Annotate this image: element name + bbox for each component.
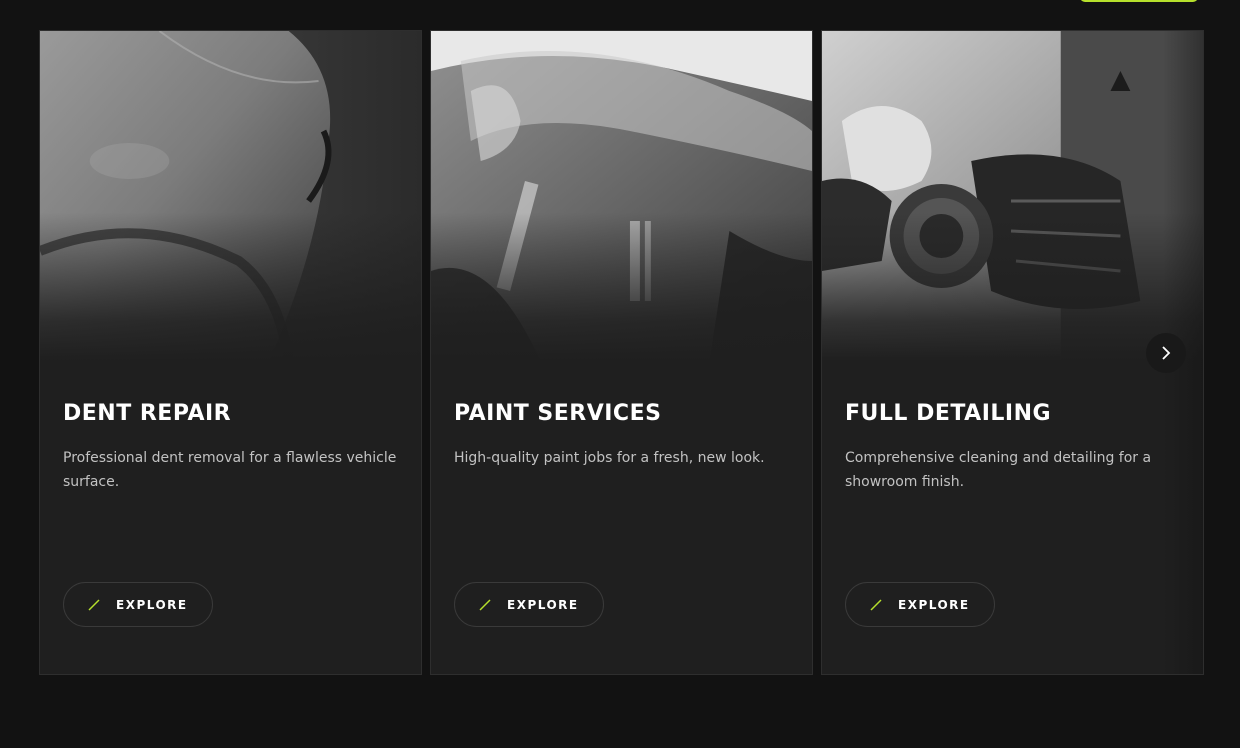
carousel-next-button[interactable] [1146, 333, 1186, 373]
card-title: FULL DETAILING [845, 401, 1052, 426]
card-description: Professional dent removal for a flawless… [63, 450, 397, 490]
service-card-dent-repair[interactable]: DENT REPAIR Professional dent removal fo… [39, 30, 422, 675]
explore-button[interactable]: EXPLORE [454, 582, 604, 627]
explore-button-label: EXPLORE [898, 597, 970, 612]
card-title: DENT REPAIR [63, 401, 232, 426]
top-accent-button[interactable] [1080, 0, 1198, 2]
card-image-fade [431, 31, 812, 361]
slash-icon [870, 598, 882, 611]
card-description: High-quality paint jobs for a fresh, new… [454, 450, 765, 466]
services-section: DENT REPAIR Professional dent removal fo… [0, 0, 1240, 748]
card-description: Comprehensive cleaning and detailing for… [845, 450, 1152, 490]
card-title: PAINT SERVICES [454, 401, 662, 426]
slash-icon [479, 598, 491, 611]
service-card-paint-services[interactable]: PAINT SERVICES High-quality paint jobs f… [430, 30, 813, 675]
explore-button-label: EXPLORE [507, 597, 579, 612]
explore-button[interactable]: EXPLORE [63, 582, 213, 627]
explore-button[interactable]: EXPLORE [845, 582, 995, 627]
service-cards-carousel: DENT REPAIR Professional dent removal fo… [39, 30, 1204, 675]
chevron-right-icon [1162, 346, 1171, 360]
slash-icon [88, 598, 100, 611]
explore-button-label: EXPLORE [116, 597, 188, 612]
card-image-fade [822, 31, 1203, 361]
card-image-fade [40, 31, 421, 361]
